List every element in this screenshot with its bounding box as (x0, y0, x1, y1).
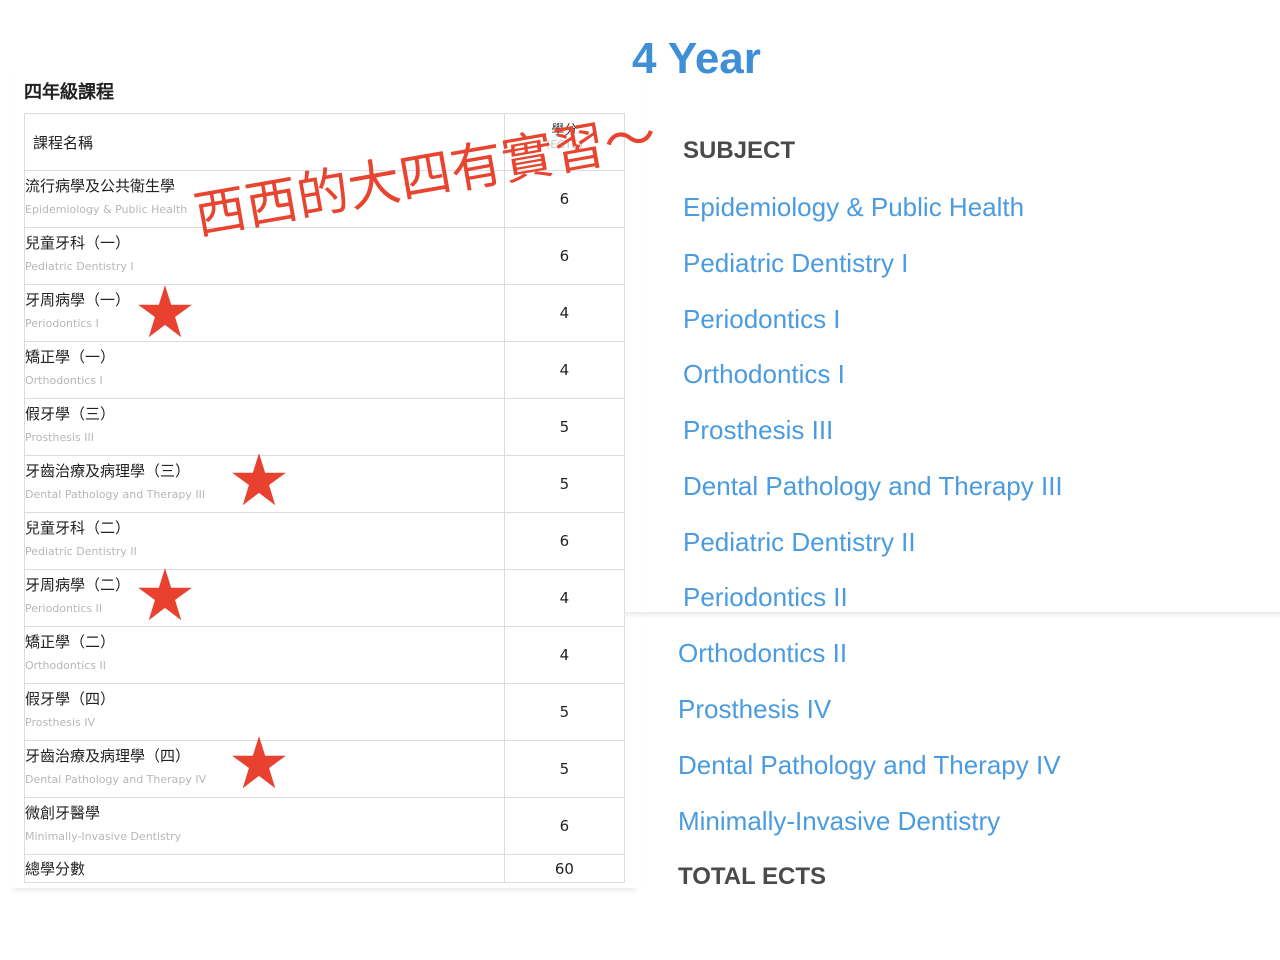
subject-item: Orthodontics II (678, 638, 848, 668)
red-star-icon (230, 452, 288, 508)
course-name-en: Periodontics I (25, 317, 99, 330)
handwritten-note: 西西的大四有實習～ (190, 104, 698, 264)
course-name-zh: 牙周病學（二） (25, 576, 131, 594)
table-row: 牙齒治療及病理學（三） Dental Pathology and Therapy… (24, 455, 626, 513)
course-name-en: Pediatric Dentistry II (25, 545, 137, 558)
course-name-zh: 矯正學（二） (25, 633, 116, 651)
subject-item: Pediatric Dentistry I (683, 248, 909, 278)
course-credits: 4 (503, 569, 626, 627)
course-name-en: Prosthesis III (25, 431, 94, 444)
panel-divider (624, 612, 1280, 618)
course-name-cell: 矯正學（一） Orthodontics I (24, 341, 505, 399)
subject-item: Periodontics II (683, 582, 848, 612)
course-name-cell: 假牙學（三） Prosthesis III (24, 398, 505, 456)
course-credits: 5 (503, 398, 626, 456)
course-credits: 5 (503, 683, 626, 741)
total-ects-heading: TOTAL ECTS (678, 863, 827, 890)
table-row: 矯正學（二） Orthodontics II 4 (24, 626, 626, 684)
course-name-en: Orthodontics I (25, 374, 103, 387)
subject-item: Periodontics I (683, 304, 841, 334)
table-row: 矯正學（一） Orthodontics I 4 (24, 341, 626, 399)
table-row: 牙齒治療及病理學（四） Dental Pathology and Therapy… (24, 740, 626, 798)
red-star-icon (230, 735, 288, 791)
subject-item: Epidemiology & Public Health (683, 192, 1025, 222)
total-credits-label: 總學分數 (24, 854, 505, 883)
course-name-en: Periodontics II (25, 602, 103, 615)
subject-item: Prosthesis IV (678, 694, 832, 724)
subject-item: Pediatric Dentistry II (683, 527, 916, 557)
course-name-cell: 牙周病學（一） Periodontics I (24, 284, 505, 342)
table-row: 假牙學（三） Prosthesis III 5 (24, 398, 626, 456)
course-credits: 6 (503, 512, 626, 570)
table-row: 微創牙醫學 Minimally-Invasive Dentistry 6 (24, 797, 626, 855)
subject-heading: SUBJECT (683, 137, 796, 164)
course-credits: 5 (503, 455, 626, 513)
course-name-cell: 假牙學（四） Prosthesis IV (24, 683, 505, 741)
course-name-zh: 兒童牙科（二） (25, 519, 131, 537)
course-name-zh: 矯正學（一） (25, 348, 116, 366)
table-row: 假牙學（四） Prosthesis IV 5 (24, 683, 626, 741)
red-star-icon (136, 284, 194, 340)
course-name-cell: 牙周病學（二） Periodontics II (24, 569, 505, 627)
course-name-zh: 牙周病學（一） (25, 291, 131, 309)
table-row: 牙周病學（一） Periodontics I 4 (24, 284, 626, 342)
right-title: 4 Year (632, 34, 761, 83)
subject-item: Dental Pathology and Therapy III (683, 471, 1063, 501)
course-name-en: Orthodontics II (25, 659, 107, 672)
course-credits: 4 (503, 341, 626, 399)
total-credits-value: 60 (503, 854, 626, 883)
course-name-cell: 矯正學（二） Orthodontics II (24, 626, 505, 684)
course-credits: 5 (503, 740, 626, 798)
table-row: 兒童牙科（二） Pediatric Dentistry II 6 (24, 512, 626, 570)
red-star-icon (136, 567, 194, 623)
table-row: 牙周病學（二） Periodontics II 4 (24, 569, 626, 627)
course-name-zh: 假牙學（三） (25, 405, 116, 423)
subject-item: Dental Pathology and Therapy IV (678, 750, 1061, 780)
subject-item: Prosthesis III (683, 415, 834, 445)
left-title: 四年級課程 (24, 82, 114, 103)
course-credits: 4 (503, 284, 626, 342)
handwritten-note-text: 西西的大四有實習～ (190, 106, 661, 246)
course-name-en: Prosthesis IV (25, 716, 96, 729)
course-name-cell: 微創牙醫學 Minimally-Invasive Dentistry (24, 797, 505, 855)
total-row: 總學分數 60 (24, 854, 626, 883)
course-name-en: Minimally-Invasive Dentistry (25, 830, 182, 843)
course-credits: 6 (503, 797, 626, 855)
course-name-zh: 微創牙醫學 (25, 804, 101, 822)
course-name-zh: 假牙學（四） (25, 690, 116, 708)
subject-item: Orthodontics I (683, 359, 845, 389)
course-name-cell: 兒童牙科（二） Pediatric Dentistry II (24, 512, 505, 570)
subject-item: Minimally-Invasive Dentistry (678, 806, 1001, 836)
course-credits: 4 (503, 626, 626, 684)
